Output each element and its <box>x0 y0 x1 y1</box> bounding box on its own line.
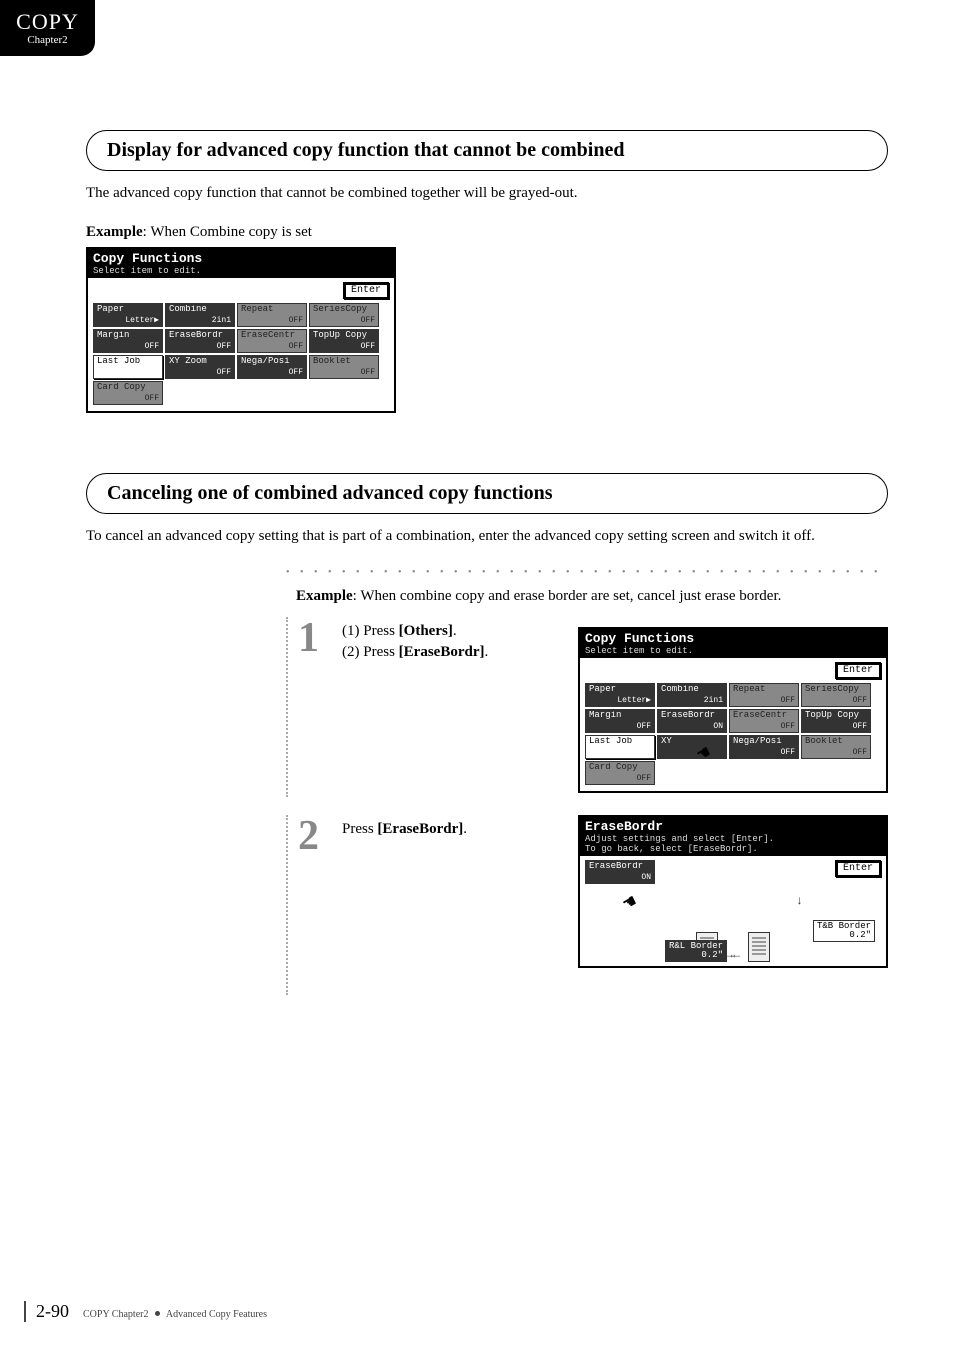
lcd2-grid: PaperLetter▶Combine2in1RepeatOFFSeriesCo… <box>585 683 881 785</box>
lcd1-title: Copy Functions <box>93 251 389 266</box>
dot-icon <box>155 1311 160 1316</box>
page-footer: 2-90 COPY Chapter2 Advanced Copy Feature… <box>24 1301 267 1322</box>
lcd3-erasebordr-cell[interactable]: EraseBordr ON <box>585 860 655 884</box>
dot-divider: • • • • • • • • • • • • • • • • • • • • … <box>286 567 888 578</box>
tb-border-label: T&B Border 0.2" <box>813 920 875 942</box>
lcd-cell[interactable]: XY ZoomOFF <box>165 355 235 379</box>
erase-illustration: →← ↓ T&B Border 0.2" R&L Border 0.2" <box>585 892 881 962</box>
lcd-cell[interactable]: EraseCentrOFF <box>729 709 799 733</box>
lcd-cell[interactable]: RepeatOFF <box>729 683 799 707</box>
lcd-cell[interactable]: MarginOFF <box>93 329 163 353</box>
lcd-copy-functions-2: Copy Functions Select item to edit. Ente… <box>578 627 888 793</box>
lcd-cell[interactable]: Card CopyOFF <box>93 381 163 405</box>
lcd-cell[interactable]: Nega/PosiOFF <box>729 735 799 759</box>
lcd3-sub1: Adjust settings and select [Enter]. <box>585 834 881 844</box>
step-1: 1 (1) Press [Others]. (2) Press [EraseBo… <box>286 617 888 797</box>
chapter-tab: COPY Chapter2 <box>0 0 95 56</box>
footer-chapter: COPY Chapter2 Advanced Copy Features <box>83 1309 267 1320</box>
lcd-cell[interactable]: PaperLetter▶ <box>93 303 163 327</box>
lcd-cell[interactable]: Nega/PosiOFF <box>237 355 307 379</box>
lcd-cell[interactable]: Card CopyOFF <box>585 761 655 785</box>
lcd-cell <box>801 761 871 785</box>
lcd-cell[interactable]: TopUp CopyOFF <box>801 709 871 733</box>
lcd1-grid: PaperLetter▶Combine2in1RepeatOFFSeriesCo… <box>93 303 389 405</box>
section1-body: The advanced copy function that cannot b… <box>86 183 888 204</box>
arrow-down-icon: ↓ <box>796 894 803 908</box>
lcd3-enter[interactable]: Enter <box>835 860 881 877</box>
ex2-bold: Example <box>296 588 353 604</box>
step2-text: Press [EraseBordr]. <box>342 815 562 838</box>
lcd-cell[interactable]: Combine2in1 <box>165 303 235 327</box>
lcd1-sub: Select item to edit. <box>93 266 389 276</box>
lcd-erasebordr: EraseBordr Adjust settings and select [E… <box>578 815 888 968</box>
lcd-copy-functions-1: Copy Functions Select item to edit. Ente… <box>86 247 396 413</box>
lcd1-enter[interactable]: Enter <box>343 282 389 299</box>
lcd-cell[interactable]: TopUp CopyOFF <box>309 329 379 353</box>
section2-example: Example: When combine copy and erase bor… <box>296 588 888 605</box>
page-number: 2-90 <box>36 1301 69 1322</box>
page-icon <box>748 932 770 962</box>
step-2: 2 Press [EraseBordr]. EraseBordr Adjust … <box>286 815 888 995</box>
lcd-cell[interactable]: BookletOFF <box>309 355 379 379</box>
lcd2-title: Copy Functions <box>585 631 881 646</box>
lcd2-enter[interactable]: Enter <box>835 662 881 679</box>
lcd-cell[interactable]: EraseCentrOFF <box>237 329 307 353</box>
lcd-cell[interactable]: BookletOFF <box>801 735 871 759</box>
lcd-cell <box>657 761 727 785</box>
lcd-cell[interactable]: Last Job <box>585 735 655 759</box>
example-rest: : When Combine copy is set <box>143 224 312 240</box>
lcd-cell[interactable]: XY <box>657 735 727 759</box>
lcd-cell <box>237 381 307 405</box>
lcd-cell <box>165 381 235 405</box>
lcd-cell <box>729 761 799 785</box>
chapter-tab-title: COPY <box>16 10 79 34</box>
section2-heading: Canceling one of combined advanced copy … <box>86 473 888 514</box>
lcd-cell[interactable]: SeriesCopyOFF <box>801 683 871 707</box>
lcd-cell[interactable]: SeriesCopyOFF <box>309 303 379 327</box>
lcd-cell[interactable]: Combine2in1 <box>657 683 727 707</box>
lcd3-title: EraseBordr <box>585 819 881 834</box>
lcd-cell[interactable]: EraseBordrOFF <box>165 329 235 353</box>
lcd-cell[interactable]: PaperLetter▶ <box>585 683 655 707</box>
step1-number: 1 <box>298 617 326 659</box>
section2-body: To cancel an advanced copy setting that … <box>86 526 888 547</box>
lcd-cell[interactable]: RepeatOFF <box>237 303 307 327</box>
arrow-icon: →← <box>726 948 740 962</box>
lcd-cell[interactable]: MarginOFF <box>585 709 655 733</box>
lcd-cell[interactable]: EraseBordrON <box>657 709 727 733</box>
section1-heading: Display for advanced copy function that … <box>86 130 888 171</box>
rl-border-label: R&L Border 0.2" <box>665 940 727 962</box>
lcd-cell[interactable]: Last Job <box>93 355 163 379</box>
lcd-cell <box>309 381 379 405</box>
example-bold: Example <box>86 224 143 240</box>
section1-example: Example: When Combine copy is set <box>86 224 888 241</box>
step1-text: (1) Press [Others]. (2) Press [EraseBord… <box>342 617 562 661</box>
chapter-tab-sub: Chapter2 <box>27 34 67 46</box>
ex2-rest: : When combine copy and erase border are… <box>353 588 782 604</box>
lcd2-sub: Select item to edit. <box>585 646 881 656</box>
step2-number: 2 <box>298 815 326 857</box>
lcd3-sub2: To go back, select [EraseBordr]. <box>585 844 881 854</box>
